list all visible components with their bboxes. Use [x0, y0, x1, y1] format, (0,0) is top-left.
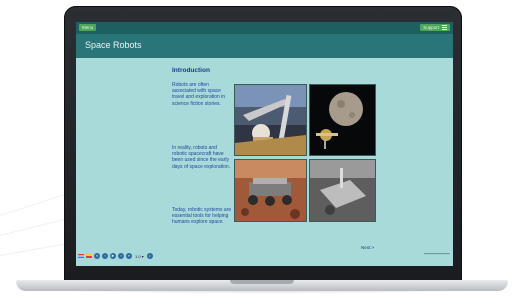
support-button[interactable]: Support [420, 24, 450, 31]
robot-arm-photo [234, 84, 307, 156]
flag-icon[interactable] [78, 254, 84, 258]
lander-photo [309, 159, 376, 222]
course-screen: Menu Support Space Robots Introduction R… [76, 22, 453, 266]
footer-logo [424, 253, 450, 256]
back-icon[interactable]: ‹ [102, 253, 108, 259]
top-bar: Menu Support [76, 22, 453, 34]
laptop-notch [230, 280, 294, 284]
play-icon[interactable]: ► [110, 253, 116, 259]
next-button[interactable]: Next > [361, 245, 374, 250]
mars-rover-photo [234, 159, 307, 222]
intro-paragraph-3: Today, robotic systems are essential too… [172, 207, 232, 226]
support-label: Support [423, 25, 439, 30]
speaker-icon[interactable]: ♪ [146, 253, 153, 259]
fast-forward-icon[interactable]: » [126, 253, 132, 259]
section-heading: Introduction [172, 67, 210, 74]
rewind-icon[interactable]: « [94, 253, 100, 259]
player-controls: « ‹ ► › » 1.0 ▾ ♪ [76, 250, 188, 262]
intro-paragraph-1: Robots are often associated with space t… [172, 82, 226, 107]
intro-paragraph-2: In reality, robots and robotic spacecraf… [172, 145, 231, 170]
speed-select[interactable]: 1.0 ▾ [135, 254, 144, 259]
hamburger-icon [442, 24, 447, 31]
forward-icon[interactable]: › [118, 253, 124, 259]
moon-probe-photo [309, 84, 376, 156]
title-bar: Space Robots [76, 34, 453, 58]
flag-icon[interactable] [86, 254, 92, 258]
page-title: Space Robots [85, 40, 142, 50]
menu-button[interactable]: Menu [79, 24, 97, 31]
